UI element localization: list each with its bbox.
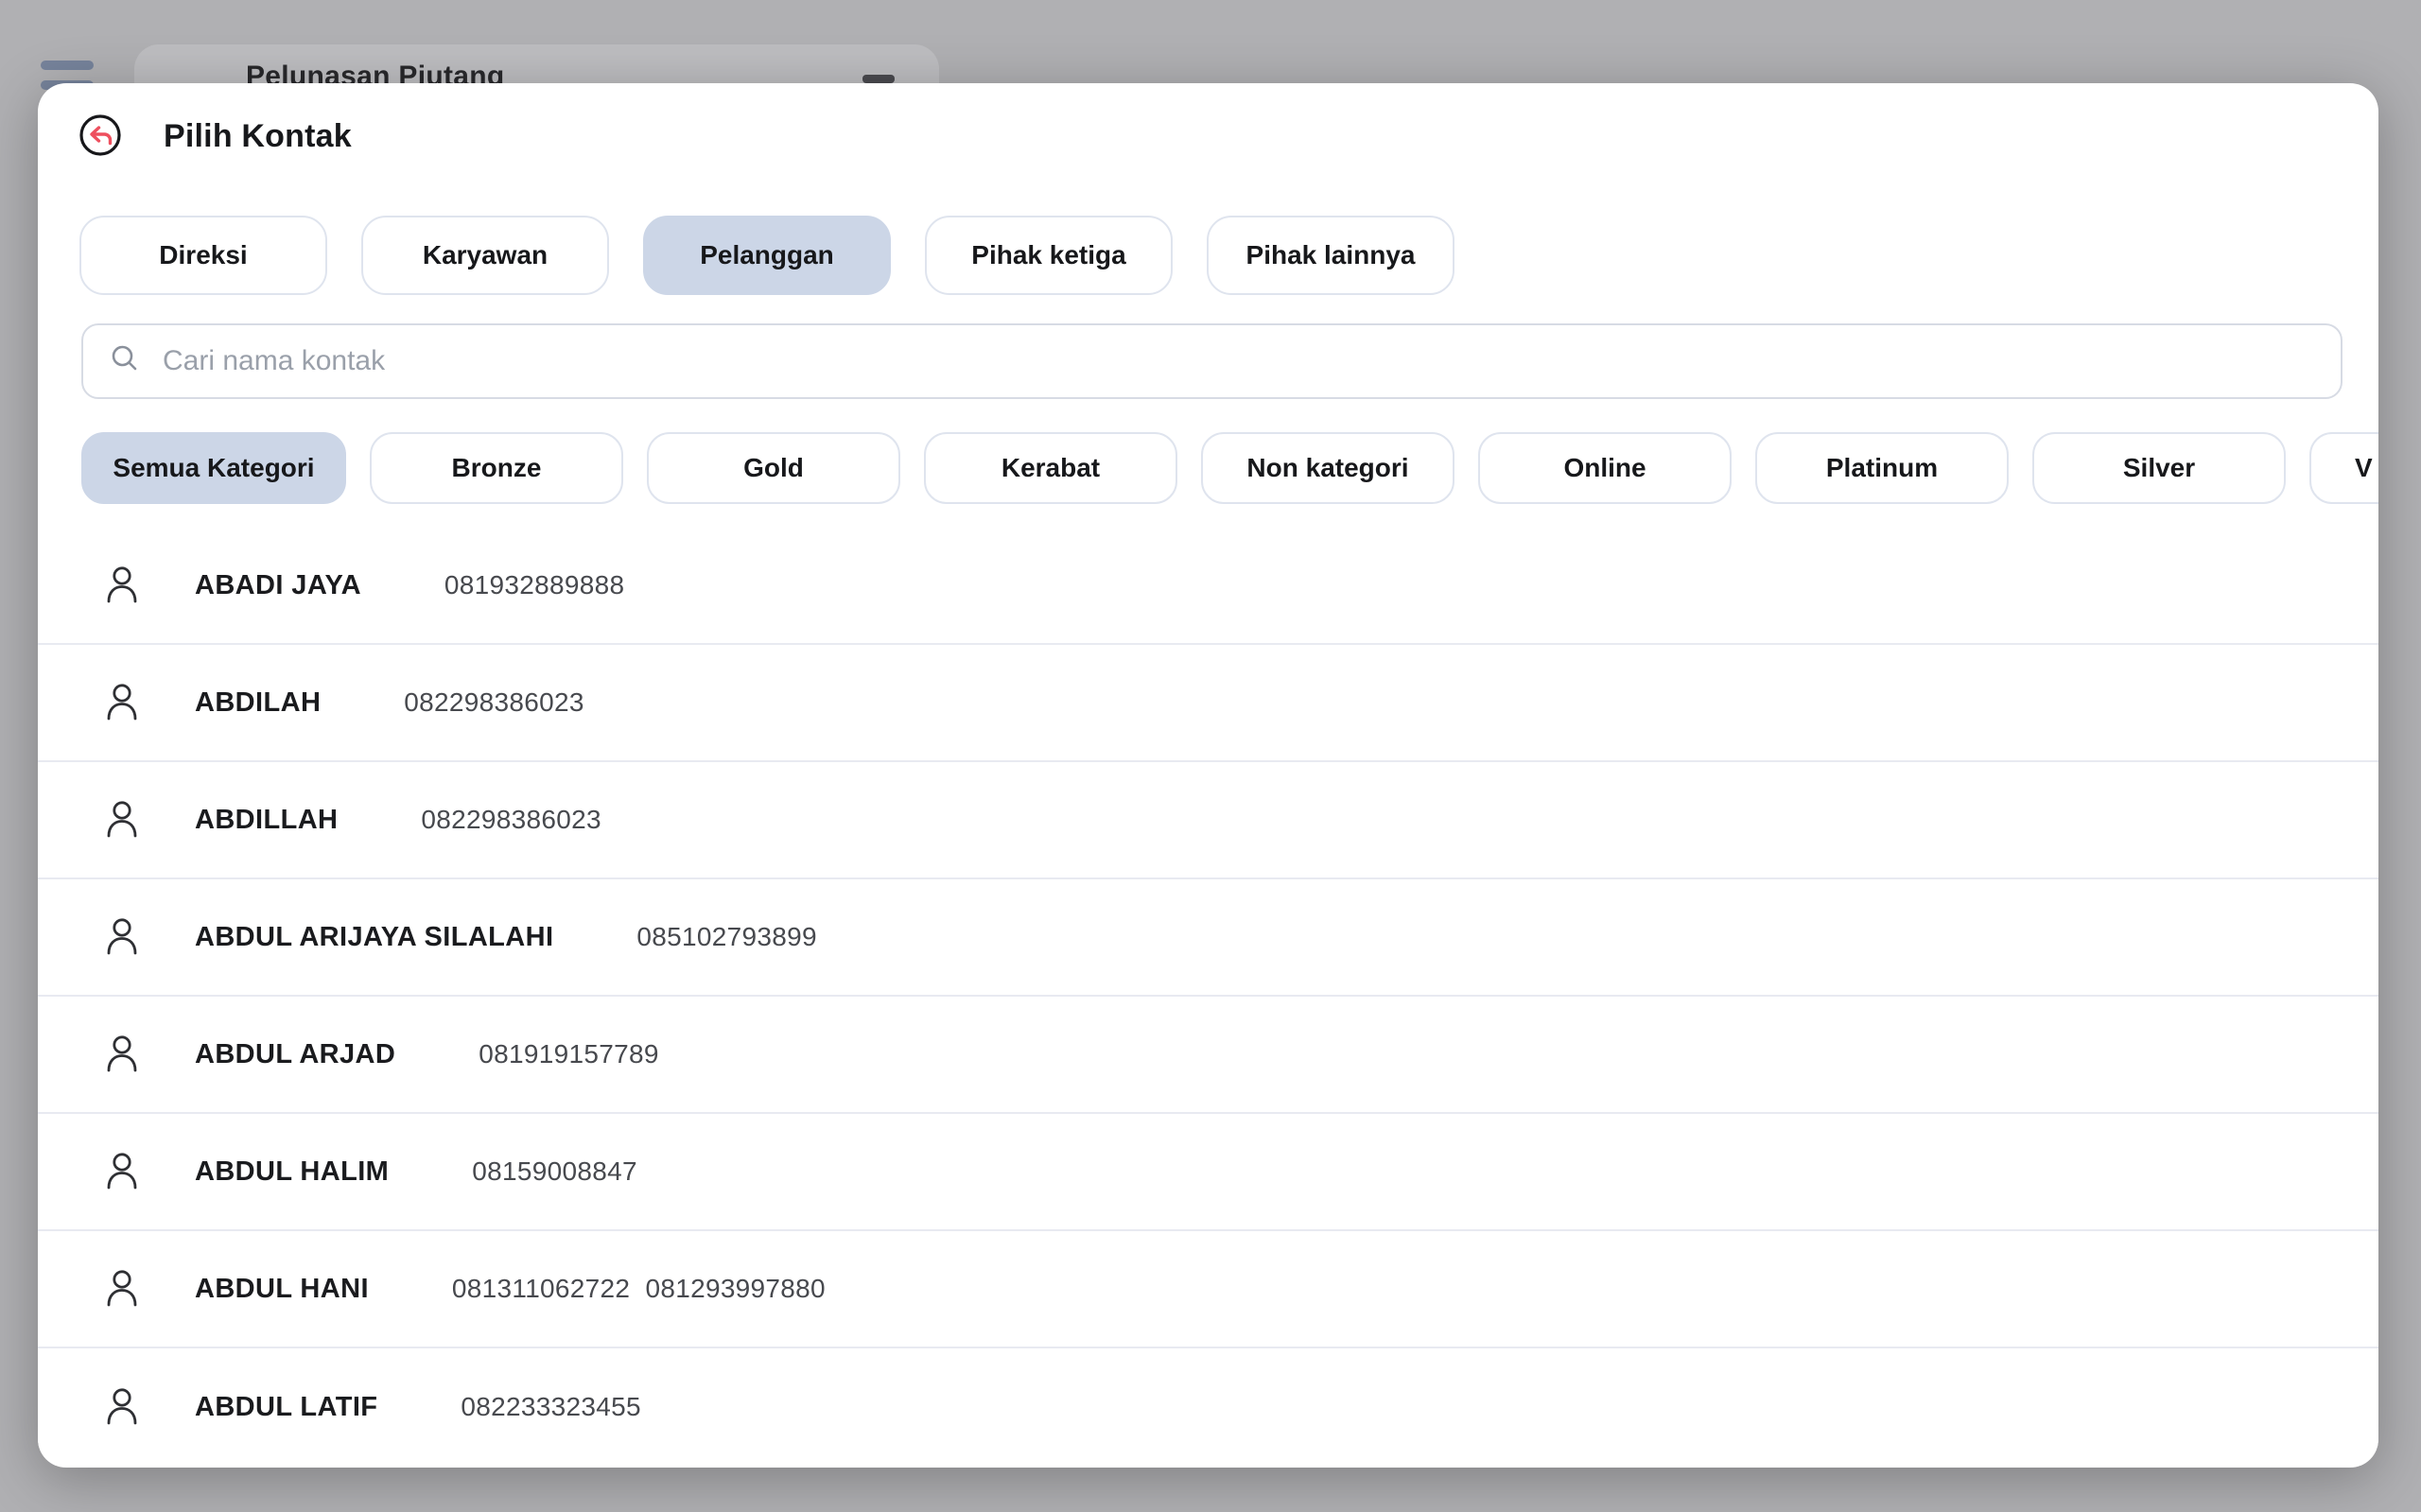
contact-name: ABDILAH: [195, 687, 321, 719]
contact-name: ABADI JAYA: [195, 570, 361, 601]
category-chip[interactable]: Non kategori: [1201, 432, 1454, 504]
close-icon[interactable]: [862, 75, 895, 83]
person-icon: [104, 1033, 140, 1077]
contact-name: ABDUL ARIJAYA SILALAHI: [195, 922, 553, 953]
modal-title: Pilih Kontak: [164, 118, 352, 155]
category-chip[interactable]: Kerabat: [924, 432, 1177, 504]
person-icon: [104, 1150, 140, 1194]
contact-type-tab[interactable]: Pelanggan: [643, 216, 891, 295]
contact-row[interactable]: ABDUL HANI 081311062722 081293997880: [38, 1231, 2378, 1348]
contact-phone: 081919157789: [479, 1039, 658, 1069]
search-icon: [108, 342, 142, 381]
contact-row[interactable]: ABDUL LATIF 082233323455: [38, 1348, 2378, 1466]
pilih-kontak-modal: Pilih Kontak Direksi Karyawan Pelanggan Pih…: [38, 83, 2378, 1468]
hamburger-bar: [41, 61, 94, 70]
category-chips: Semua Kategori Bronze Gold Kerabat Non kateg…: [81, 432, 2378, 504]
contact-phone: 082298386023: [404, 687, 583, 718]
contact-phone: 081932889888: [444, 570, 624, 600]
contact-name: ABDUL HALIM: [195, 1156, 389, 1188]
modal-header: Pilih Kontak: [38, 83, 2378, 187]
person-icon: [104, 798, 140, 843]
category-chip[interactable]: Semua Kategori: [81, 432, 346, 504]
contact-type-tab[interactable]: Pihak lainnya: [1207, 216, 1454, 295]
category-chip[interactable]: Gold: [647, 432, 900, 504]
contact-row[interactable]: ABADI JAYA 081932889888: [38, 528, 2378, 645]
contact-phone: 082233323455: [461, 1392, 640, 1422]
contact-name: ABDILLAH: [195, 805, 338, 836]
search-box: [81, 323, 2343, 399]
person-icon: [104, 564, 140, 608]
contact-type-tab[interactable]: Direksi: [79, 216, 327, 295]
contact-row[interactable]: ABDUL HALIM 08159008847: [38, 1114, 2378, 1231]
category-chip[interactable]: V: [2309, 432, 2378, 504]
category-chip[interactable]: Bronze: [370, 432, 623, 504]
category-chip[interactable]: Platinum: [1755, 432, 2009, 504]
contact-name: ABDUL ARJAD: [195, 1039, 395, 1070]
search-input[interactable]: [142, 325, 2341, 397]
back-button[interactable]: [78, 113, 123, 158]
person-icon: [104, 1267, 140, 1312]
contact-type-tab[interactable]: Karyawan: [361, 216, 609, 295]
contact-row[interactable]: ABDILLAH 082298386023: [38, 762, 2378, 879]
category-chip[interactable]: Online: [1478, 432, 1732, 504]
contact-row[interactable]: ABDUL ARJAD 081919157789: [38, 997, 2378, 1114]
contact-type-tab[interactable]: Pihak ketiga: [925, 216, 1173, 295]
category-chip[interactable]: Silver: [2032, 432, 2286, 504]
person-icon: [104, 681, 140, 725]
contact-phone: 085102793899: [636, 922, 816, 952]
contact-row[interactable]: ABDUL ARIJAYA SILALAHI 085102793899: [38, 879, 2378, 997]
contact-list: ABADI JAYA 081932889888 ABDILAH 08229838…: [38, 528, 2378, 1468]
back-arrow-icon: [78, 147, 123, 161]
person-icon: [104, 1385, 140, 1430]
person-icon: [104, 915, 140, 960]
contact-phone: 081311062722 081293997880: [452, 1274, 826, 1304]
contact-phone: 08159008847: [472, 1156, 637, 1187]
contact-type-tabs: Direksi Karyawan Pelanggan Pihak ketiga Piha…: [79, 216, 1454, 295]
contact-row[interactable]: ABDILAH 082298386023: [38, 645, 2378, 762]
contact-name: ABDUL HANI: [195, 1274, 369, 1305]
contact-name: ABDUL LATIF: [195, 1392, 377, 1423]
contact-phone: 082298386023: [421, 805, 601, 835]
